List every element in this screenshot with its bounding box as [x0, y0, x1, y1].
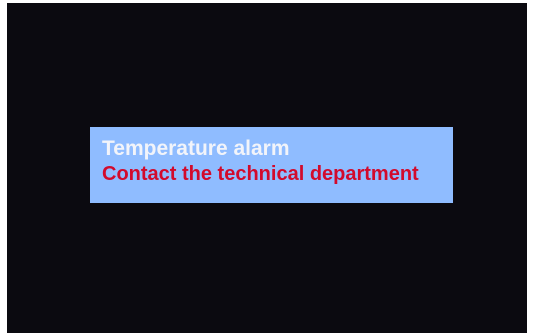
alarm-message: Contact the technical department [102, 163, 419, 185]
alarm-notification-panel: Temperature alarm Contact the technical … [90, 127, 453, 203]
alarm-title: Temperature alarm [102, 137, 290, 160]
display-screen: Temperature alarm Contact the technical … [7, 3, 527, 333]
